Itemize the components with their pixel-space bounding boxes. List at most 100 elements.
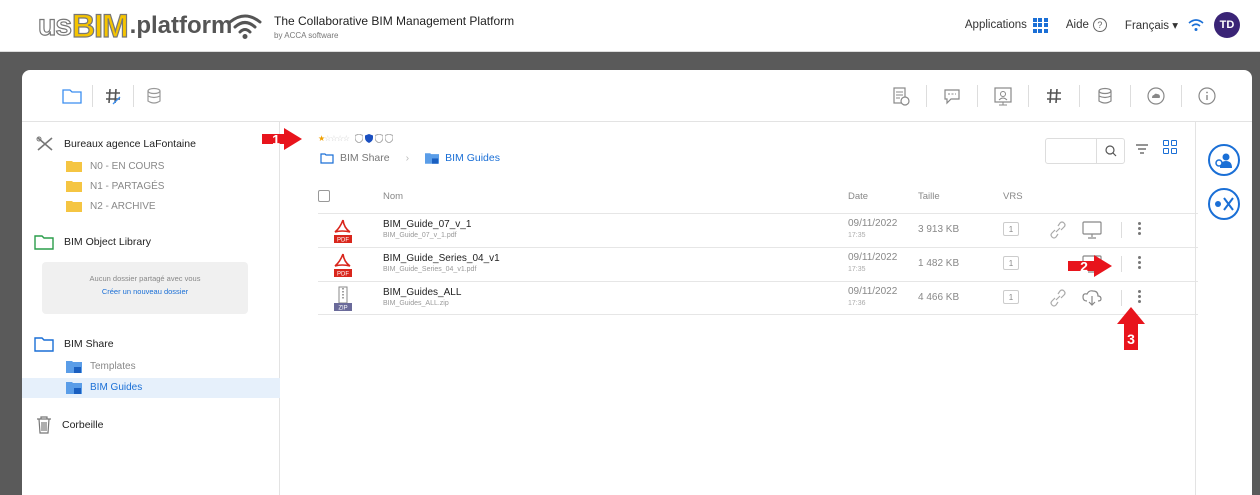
tagline-title: The Collaborative BIM Management Platfor…: [274, 14, 515, 28]
logo-bim: BIM: [71, 7, 129, 44]
folder-icon: [66, 201, 82, 212]
file-name[interactable]: BIM_Guides_ALL: [383, 287, 461, 298]
sidebar-item-bim-guides[interactable]: BIM Guides: [66, 381, 142, 394]
file-time: 17:35: [848, 232, 866, 239]
zip-file-icon: ZIP: [334, 286, 352, 312]
folder-label: Templates: [90, 361, 136, 372]
file-subtitle: BIM_Guides_ALL.zip: [383, 300, 449, 307]
version-badge[interactable]: 1: [1003, 222, 1019, 236]
user-settings-button[interactable]: [1208, 144, 1240, 176]
more-options-icon[interactable]: [1138, 222, 1141, 235]
main-window: Bureaux agence LaFontaine N0 - EN COURS …: [22, 70, 1252, 495]
action-divider: [1121, 222, 1122, 238]
sidebar-section-label: BIM Share: [64, 338, 114, 350]
folder-view-icon[interactable]: [52, 84, 92, 108]
column-size[interactable]: Taille: [918, 191, 940, 202]
version-badge[interactable]: 1: [1003, 256, 1019, 270]
table-row[interactable]: PDF BIM_Guide_07_v_1 BIM_Guide_07_v_1.pd…: [318, 213, 1198, 247]
file-size: 3 913 KB: [918, 224, 960, 235]
file-subtitle: BIM_Guide_Series_04_v1.pdf: [383, 266, 477, 273]
shield-rating[interactable]: [354, 134, 393, 143]
chevron-right-icon: ›: [405, 152, 410, 164]
table-row[interactable]: ZIP BIM_Guides_ALL BIM_Guides_ALL.zip 09…: [318, 281, 1198, 315]
cloud-download-icon[interactable]: [1081, 288, 1103, 308]
applications-label: Applications: [964, 19, 1027, 31]
help-icon: ?: [1092, 18, 1107, 32]
file-subtitle: BIM_Guide_07_v_1.pdf: [383, 232, 457, 239]
column-name[interactable]: Nom: [383, 191, 403, 202]
blue-folder-icon: [34, 337, 54, 352]
link-icon[interactable]: [1048, 220, 1068, 240]
file-name[interactable]: BIM_Guide_07_v_1: [383, 219, 471, 230]
sidebar-section-label: Bureaux agence LaFontaine: [64, 138, 196, 150]
hashtag-icon[interactable]: [1029, 84, 1079, 108]
file-size: 4 466 KB: [918, 292, 960, 303]
sidebar-item-n2[interactable]: N2 - ARCHIVE: [66, 200, 156, 212]
breadcrumb-bim-guides[interactable]: BIM Guides: [445, 152, 500, 164]
filter-icon[interactable]: [1135, 144, 1149, 154]
file-time: 17:35: [848, 266, 866, 273]
sidebar-section-object-library[interactable]: BIM Object Library: [34, 234, 151, 250]
sidebar-item-templates[interactable]: Templates: [66, 360, 136, 373]
create-folder-link[interactable]: Créer un nouveau dossier: [42, 287, 248, 296]
language-select[interactable]: Français ▾: [1125, 18, 1178, 32]
callout-arrow-1: 1: [262, 128, 302, 150]
sidebar-section-bim-share[interactable]: BIM Share: [34, 336, 114, 352]
sidebar-section-corbeille[interactable]: Corbeille: [36, 416, 103, 434]
tagline-byline: by ACCA software: [274, 31, 339, 40]
database-view-icon[interactable]: [134, 84, 174, 108]
top-bar: us BIM .platform The Collaborative BIM M…: [0, 0, 1260, 52]
sidebar-section-bureaux[interactable]: Bureaux agence LaFontaine: [36, 136, 196, 152]
right-rail: [1195, 122, 1252, 495]
file-time: 17:36: [848, 300, 866, 307]
search-icon[interactable]: [1096, 138, 1124, 164]
more-options-icon[interactable]: [1138, 256, 1141, 269]
contact-card-icon[interactable]: [978, 84, 1028, 108]
svg-text:PDF: PDF: [337, 272, 349, 278]
sidebar-section-label: BIM Object Library: [64, 236, 151, 248]
action-divider: [1121, 256, 1122, 272]
help-menu[interactable]: Aide ?: [1066, 18, 1107, 32]
tools-settings-button[interactable]: [1208, 188, 1240, 220]
sidebar-item-n0[interactable]: N0 - EN COURS: [66, 160, 164, 172]
column-vrs[interactable]: VRS: [1003, 191, 1023, 202]
green-folder-icon: [34, 235, 54, 250]
file-name[interactable]: BIM_Guide_Series_04_v1: [383, 253, 500, 264]
wifi-logo-icon: [228, 14, 262, 39]
more-options-icon[interactable]: [1138, 290, 1141, 303]
info-icon[interactable]: [1182, 84, 1232, 108]
avatar[interactable]: TD: [1214, 12, 1240, 38]
database-icon[interactable]: [1080, 84, 1130, 108]
folder-label: BIM Guides: [90, 382, 143, 393]
search-input[interactable]: [1045, 138, 1125, 164]
sidebar-item-n1[interactable]: N1 - PARTAGÉS: [66, 180, 164, 192]
version-badge[interactable]: 1: [1003, 290, 1019, 304]
tools-icon: [36, 136, 53, 151]
content-area: ★☆☆☆☆ BIM Share › BIM Guides Nom Date Ta…: [280, 122, 1198, 495]
star-rating[interactable]: ★☆☆☆☆: [318, 134, 350, 143]
aide-label: Aide: [1065, 19, 1089, 31]
table-row[interactable]: PDF BIM_Guide_Series_04_v1 BIM_Guide_Ser…: [318, 247, 1198, 281]
breadcrumb: BIM Share › BIM Guides: [320, 152, 500, 164]
logo-us: us: [37, 8, 72, 42]
trash-icon: [37, 416, 51, 434]
file-date: 09/11/2022: [848, 218, 898, 229]
applications-menu[interactable]: Applications: [964, 17, 1048, 33]
cloud-icon[interactable]: [1131, 84, 1181, 108]
folder-icon: [320, 152, 334, 164]
folder-icon: [66, 161, 82, 172]
select-all-checkbox[interactable]: [318, 190, 330, 202]
svg-text:PDF: PDF: [337, 238, 349, 244]
usbim-logo[interactable]: us BIM .platform: [37, 7, 232, 44]
file-date: 09/11/2022: [848, 252, 898, 263]
monitor-icon[interactable]: [1081, 220, 1103, 240]
comment-icon[interactable]: [927, 84, 977, 108]
column-date[interactable]: Date: [848, 191, 868, 202]
pdf-file-icon: PDF: [334, 219, 352, 244]
document-clock-icon[interactable]: [876, 84, 926, 108]
grid-view-icon[interactable]: [1163, 140, 1177, 154]
breadcrumb-bim-share[interactable]: BIM Share: [340, 152, 390, 164]
shared-folder-icon: [66, 382, 82, 394]
link-icon[interactable]: [1048, 288, 1068, 308]
hashtag-view-icon[interactable]: [93, 84, 133, 108]
